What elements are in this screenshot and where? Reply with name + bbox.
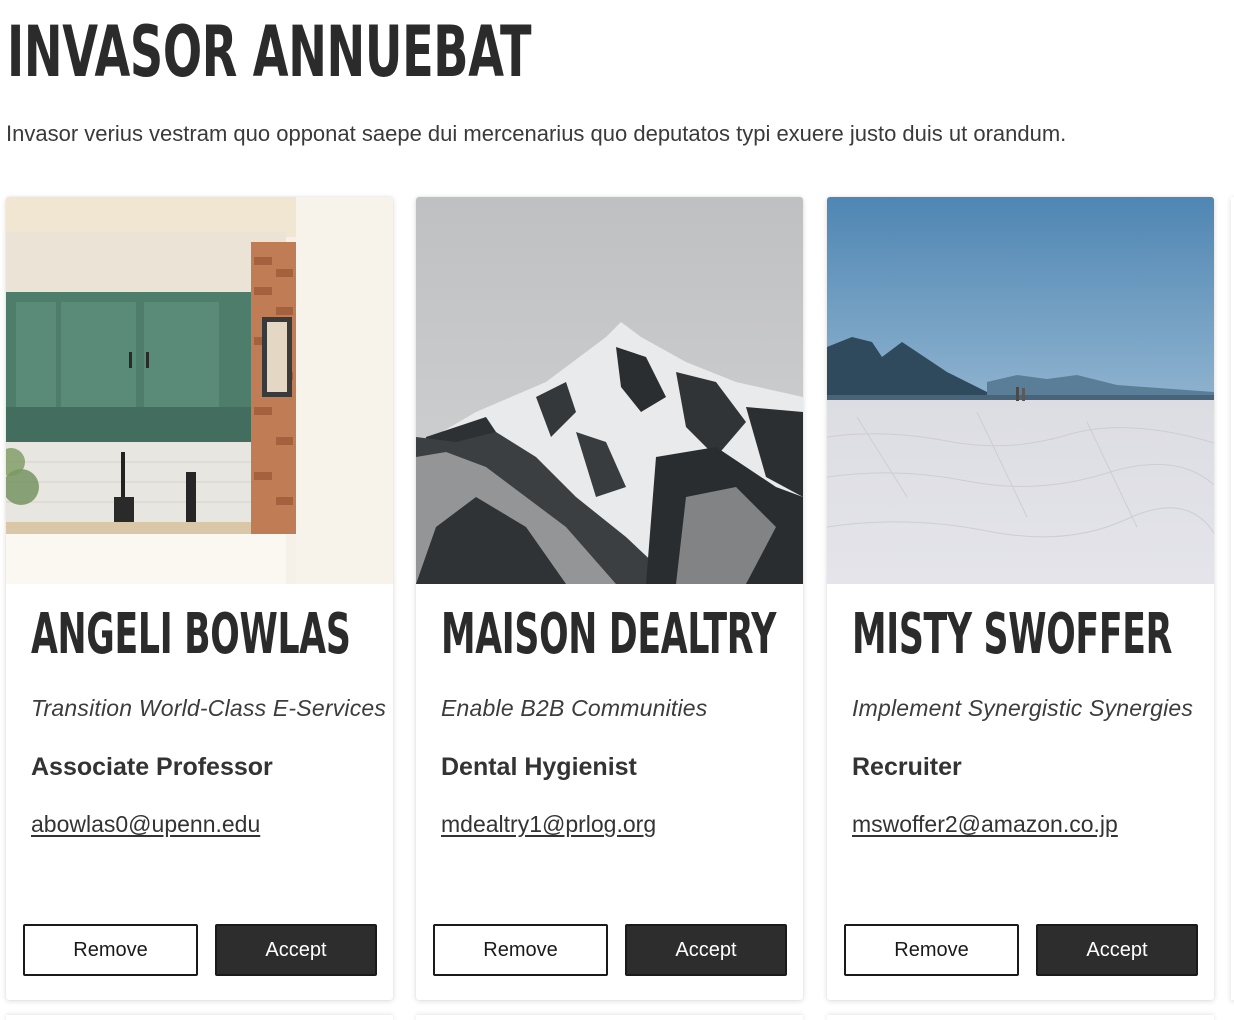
- remove-button[interactable]: Remove: [433, 924, 608, 976]
- page: Invasor Annuebat Invasor verius vestram …: [0, 0, 1234, 1020]
- kitchen-photo: [6, 197, 393, 584]
- card-image-mountain: [416, 197, 803, 584]
- card-email-link[interactable]: abowlas0@upenn.edu: [31, 809, 260, 839]
- profile-card: Angeli Bowlas Transition World-Class E-S…: [6, 197, 393, 1000]
- accept-button[interactable]: Accept: [215, 924, 377, 976]
- remove-button[interactable]: Remove: [23, 924, 198, 976]
- card-name: Misty Swoffer: [852, 602, 1173, 667]
- card-email-link[interactable]: mdealtry1@prlog.org: [441, 809, 656, 839]
- accept-button[interactable]: Accept: [625, 924, 787, 976]
- accept-button[interactable]: Accept: [1036, 924, 1198, 976]
- profile-card: Misty Swoffer Implement Synergistic Syne…: [827, 197, 1214, 1000]
- profile-card: Maison Dealtry Enable B2B Communities De…: [416, 197, 803, 1000]
- card-role: Recruiter: [852, 753, 962, 781]
- card-image-kitchen: [6, 197, 393, 584]
- snowy-mountain-photo: [416, 197, 803, 584]
- card-email-link[interactable]: mswoffer2@amazon.co.jp: [852, 809, 1118, 839]
- card-role: Associate Professor: [31, 753, 273, 781]
- card-slogan: Transition World-Class E-Services: [31, 695, 387, 721]
- card-name: Angeli Bowlas: [31, 602, 351, 667]
- remove-button[interactable]: Remove: [844, 924, 1019, 976]
- card-grid: Angeli Bowlas Transition World-Class E-S…: [0, 0, 1234, 1020]
- card-role: Dental Hygienist: [441, 753, 637, 781]
- next-row-card-edge: [827, 1015, 1214, 1020]
- next-row-card-edge: [416, 1015, 803, 1020]
- salt-flat-photo: [827, 197, 1214, 584]
- card-name: Maison Dealtry: [441, 602, 777, 667]
- card-slogan: Implement Synergistic Synergies: [852, 695, 1194, 721]
- card-slogan: Enable B2B Communities: [441, 695, 708, 721]
- next-row-card-edge: [6, 1015, 393, 1020]
- card-image-salt-flat: [827, 197, 1214, 584]
